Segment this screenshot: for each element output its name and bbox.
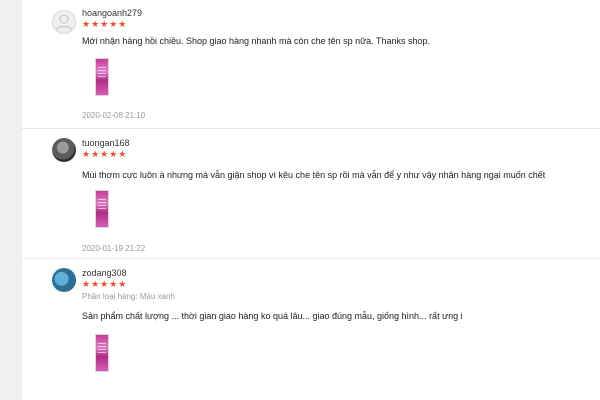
review-comment: Mới nhận hàng hồi chiều. Shop giao hàng …: [82, 36, 431, 46]
review-timestamp: 2020-01-19 21:22: [82, 244, 146, 253]
reviewer-username[interactable]: tuongan168: [82, 138, 130, 148]
star-rating: ★★★★★: [82, 149, 128, 159]
review-item: tuongan168 ★★★★★ Mùi thơm cực luôn à như…: [22, 128, 600, 259]
review-photo-thumbnail[interactable]: [95, 190, 109, 228]
review-comment: Sản phẩm chất lượng ... thời gian giao h…: [82, 311, 463, 321]
review-photo-thumbnail[interactable]: [95, 58, 109, 96]
review-comment: Mùi thơm cực luôn à nhưng mà vẫn giận sh…: [82, 170, 546, 180]
default-user-icon[interactable]: [52, 10, 76, 34]
user-silhouette-icon: [55, 14, 73, 32]
review-item: hoangoanh279 ★★★★★ Mới nhận hàng hồi chi…: [22, 0, 600, 129]
reviews-panel: hoangoanh279 ★★★★★ Mới nhận hàng hồi chi…: [22, 0, 600, 400]
star-rating: ★★★★★: [82, 19, 128, 29]
left-gutter: [0, 0, 22, 400]
user-photo-avatar[interactable]: [52, 138, 76, 162]
review-photo-thumbnail[interactable]: [95, 334, 109, 372]
product-variation: Phân loại hàng: Màu xanh: [82, 292, 175, 301]
star-rating: ★★★★★: [82, 279, 128, 289]
reviewer-username[interactable]: hoangoanh279: [82, 8, 142, 18]
user-photo-avatar[interactable]: [52, 268, 76, 292]
review-item: zodang308 ★★★★★ Phân loại hàng: Màu xanh…: [22, 258, 600, 400]
reviewer-username[interactable]: zodang308: [82, 268, 127, 278]
review-timestamp: 2020-02-08 21:10: [82, 111, 146, 120]
